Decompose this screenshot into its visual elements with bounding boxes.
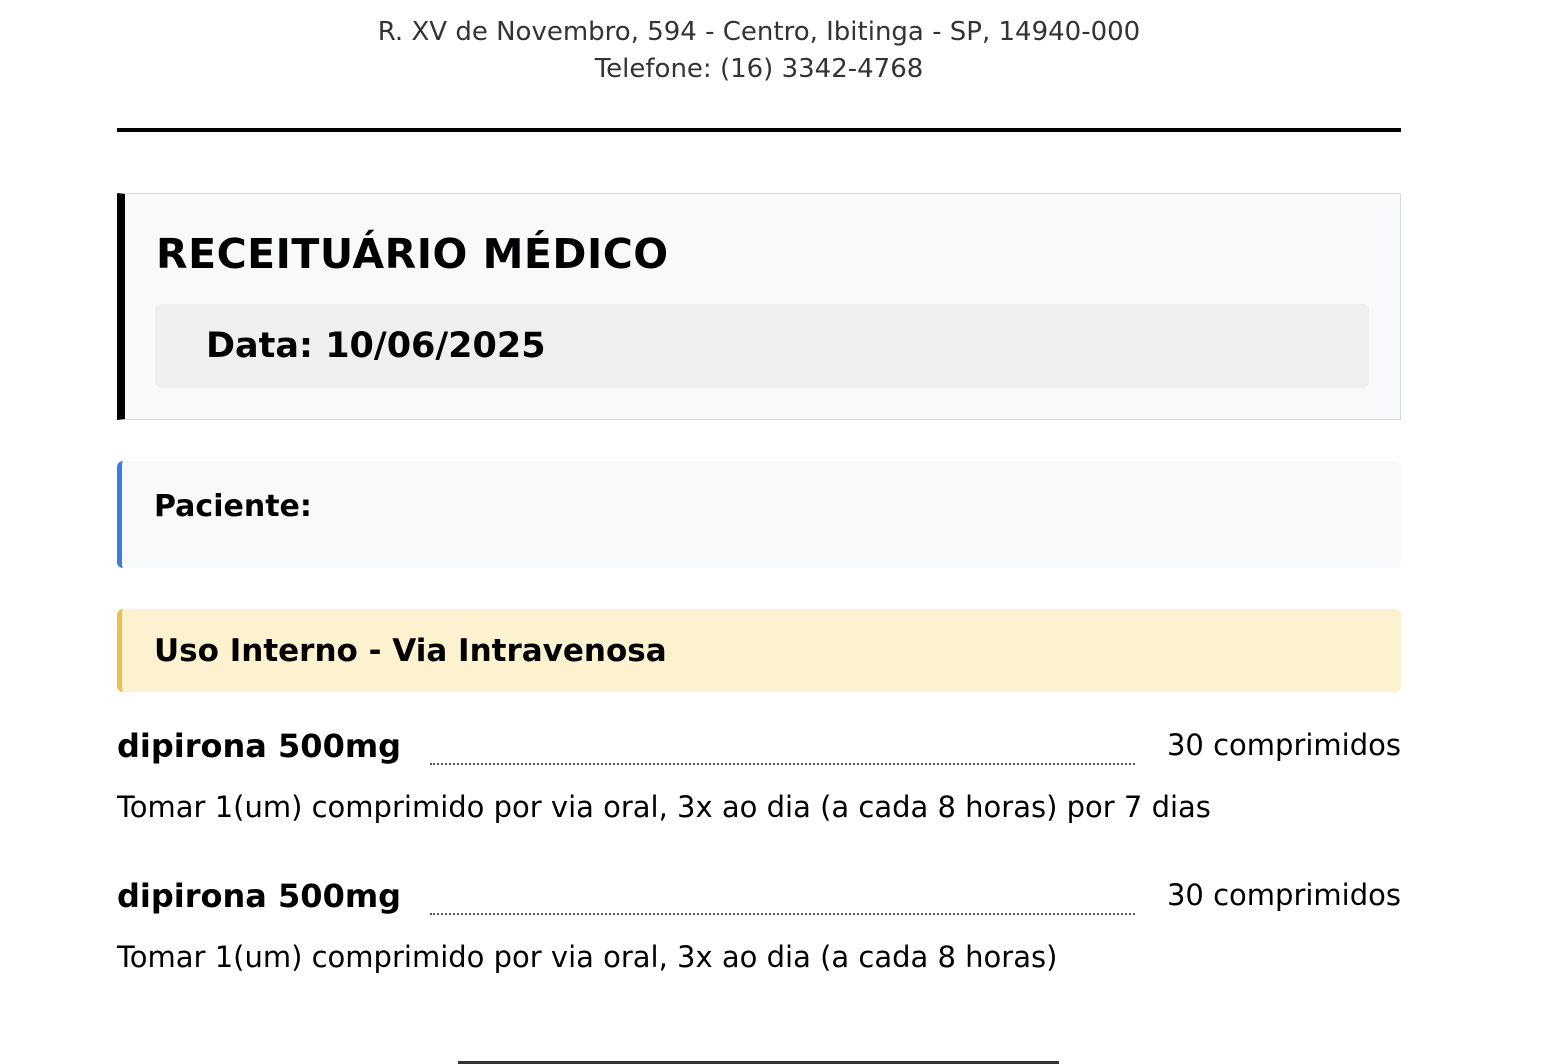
dotted-leader [430,763,1135,765]
header-divider [117,128,1401,132]
medication-name: dipirona 500mg [117,727,402,765]
medication-name: dipirona 500mg [117,877,402,915]
medication-quantity: 30 comprimidos [1166,878,1401,912]
clinic-phone: Telefone: (16) 3342-4768 [594,54,924,84]
page-title: RECEITUÁRIO MÉDICO [156,230,669,278]
usage-route-box: Uso Interno - Via Intravenosa [117,609,1401,692]
prescription-title-box: RECEITUÁRIO MÉDICO Data: 10/06/2025 [117,193,1401,420]
medication-quantity: 30 comprimidos [1166,728,1401,762]
date-box: Data: 10/06/2025 [155,304,1369,388]
patient-label: Paciente: [154,489,312,524]
medication-instructions: Tomar 1(um) comprimido por via oral, 3x … [117,940,1058,974]
prescription-date: Data: 10/06/2025 [206,326,546,366]
clinic-address: R. XV de Novembro, 594 - Centro, Ibiting… [377,17,1141,47]
clinic-header: R. XV de Novembro, 594 - Centro, Ibiting… [117,14,1401,88]
prescription-page: R. XV de Novembro, 594 - Centro, Ibiting… [0,0,1552,1064]
patient-box: Paciente: [117,461,1401,568]
usage-route-label: Uso Interno - Via Intravenosa [154,633,667,669]
dotted-leader [430,913,1135,915]
medication-instructions: Tomar 1(um) comprimido por via oral, 3x … [117,790,1211,824]
